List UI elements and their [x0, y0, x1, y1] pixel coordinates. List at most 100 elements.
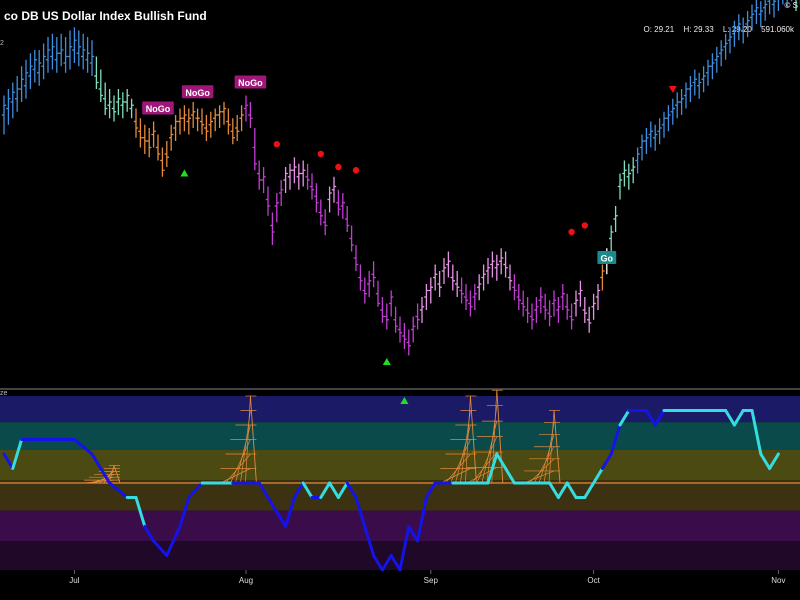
price-bar	[591, 293, 596, 320]
price-bar	[142, 124, 147, 154]
price-bar	[507, 264, 513, 291]
price-bar	[309, 173, 315, 200]
price-bar	[384, 303, 389, 330]
price-bar	[551, 290, 557, 317]
price-bar	[790, 0, 793, 2]
price-bar	[380, 297, 385, 323]
price-bar	[525, 297, 530, 323]
price-bar	[226, 108, 231, 135]
price-bar	[705, 59, 711, 86]
price-bar	[32, 50, 37, 83]
price-bar	[204, 115, 209, 141]
price-bar	[221, 102, 227, 125]
nogo-label: NoGo	[142, 101, 174, 115]
price-bar	[133, 108, 139, 138]
price-bar	[217, 105, 222, 128]
price-bar	[424, 284, 429, 310]
nogo-label: NoGo	[181, 85, 214, 99]
price-bar	[107, 89, 112, 119]
price-bar	[318, 199, 323, 226]
price-and-oscillator-chart[interactable]: NoGo NoGo NoGo Go Jul Aug Sep Oct Nov	[0, 0, 800, 600]
price-bar	[745, 11, 750, 37]
price-bar	[688, 76, 693, 102]
red-triangle-marker	[668, 86, 677, 93]
price-bar	[723, 33, 728, 60]
price-bar	[50, 33, 55, 70]
price-bar	[327, 186, 332, 213]
price-bar	[279, 180, 284, 206]
price-bar	[786, 0, 788, 8]
price-bar	[719, 40, 724, 67]
price-bar	[186, 108, 191, 135]
price-bar	[208, 111, 213, 138]
price-bar	[287, 163, 293, 190]
price-bar	[626, 163, 631, 190]
price-bar	[441, 258, 447, 284]
price-bar	[666, 105, 671, 132]
price-bar	[116, 89, 121, 115]
price-bar	[573, 290, 579, 317]
price-bar	[362, 277, 367, 304]
price-bar	[402, 323, 407, 349]
red-dot-marker	[568, 228, 575, 236]
red-dot-marker	[581, 222, 588, 229]
price-bar	[490, 251, 495, 278]
price-bar	[199, 108, 205, 135]
price-bar	[450, 264, 455, 291]
x-tick-label: Oct	[587, 576, 600, 585]
price-bar	[182, 105, 187, 132]
price-bar	[111, 95, 117, 122]
price-bar	[28, 53, 33, 89]
price-bar	[560, 284, 565, 310]
price-bar	[98, 69, 103, 102]
price-bar	[23, 59, 29, 99]
price-bar	[138, 118, 143, 148]
price-bar	[235, 115, 240, 141]
price-bar	[503, 251, 508, 278]
price-bar	[63, 37, 68, 73]
label-text: Go	[601, 254, 614, 264]
price-bar	[67, 30, 73, 70]
price-bar	[587, 306, 592, 333]
price-bar	[411, 316, 416, 343]
price-bar	[516, 284, 521, 310]
price-bar	[446, 251, 451, 278]
price-bar	[270, 212, 275, 245]
price-bar	[301, 160, 306, 187]
price-bar	[89, 40, 95, 76]
price-bar	[265, 186, 271, 216]
price-bar	[758, 1, 763, 28]
oscillator-band	[0, 449, 800, 481]
price-bar	[697, 72, 702, 99]
price-bar	[635, 147, 640, 174]
price-bar	[41, 43, 46, 80]
price-bar	[595, 284, 601, 310]
price-bar	[367, 271, 372, 297]
price-bar	[177, 108, 183, 135]
price-bar	[727, 27, 733, 54]
price-bar	[336, 189, 341, 216]
price-bar	[617, 173, 623, 200]
price-bar	[644, 128, 649, 154]
green-triangle-marker	[382, 358, 391, 365]
price-bar	[323, 209, 328, 236]
price-bar	[754, 0, 759, 24]
price-bar	[582, 297, 587, 323]
label-text: NoGo	[238, 78, 263, 88]
price-bar	[94, 56, 99, 89]
price-bar	[472, 284, 477, 310]
price-bar	[274, 193, 279, 223]
price-bar	[340, 193, 345, 219]
price-bar	[353, 245, 359, 271]
go-label: Go	[597, 251, 617, 264]
price-bar	[314, 183, 319, 213]
red-dot-marker	[317, 150, 324, 158]
price-bar	[543, 293, 548, 320]
price-bar	[85, 37, 90, 73]
price-bar	[771, 0, 777, 18]
price-bar	[692, 69, 697, 96]
price-bar	[389, 290, 394, 317]
price-bar	[521, 290, 526, 317]
price-bar	[653, 124, 658, 151]
price-bar	[252, 128, 257, 171]
